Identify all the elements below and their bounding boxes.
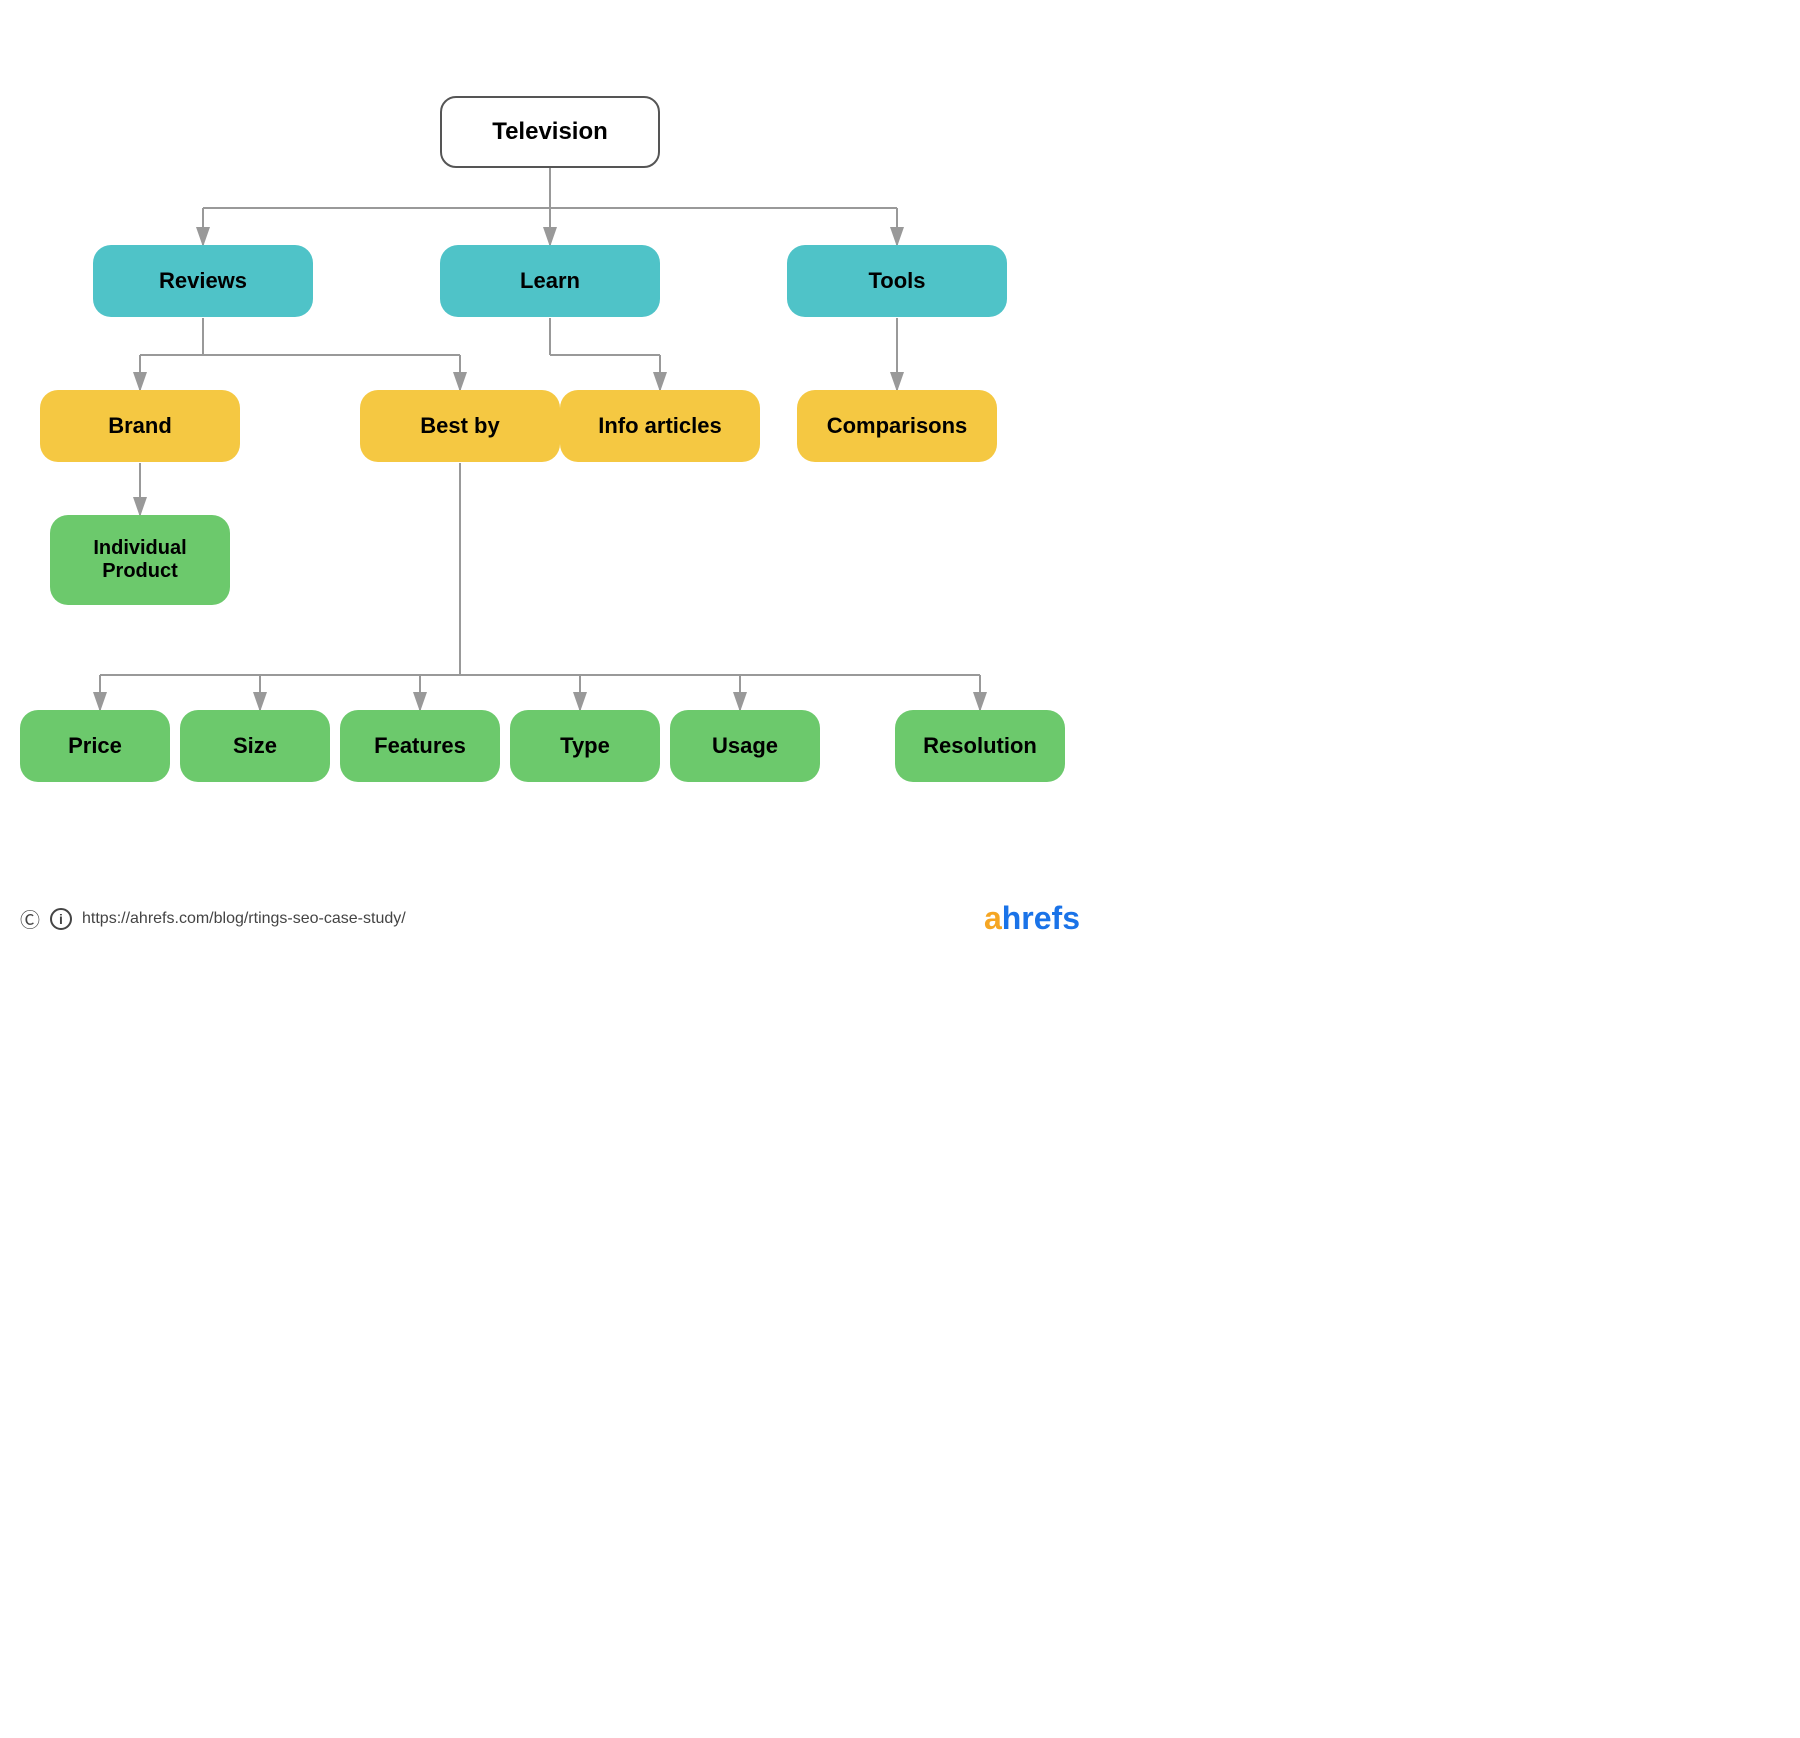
learn-label: Learn	[520, 268, 580, 294]
usage-node-container: Usage	[670, 710, 820, 782]
tools-label: Tools	[868, 268, 925, 294]
root-node-container: Television	[440, 96, 660, 168]
bestby-label: Best by	[420, 413, 499, 439]
tools-node-container: Tools	[787, 245, 1007, 317]
info-icon: i	[50, 908, 72, 930]
price-node: Price	[20, 710, 170, 782]
bestby-node-container: Best by	[360, 390, 560, 462]
root-label: Television	[492, 118, 608, 146]
tools-node: Tools	[787, 245, 1007, 317]
reviews-label: Reviews	[159, 268, 247, 294]
comparisons-label: Comparisons	[827, 413, 968, 439]
footer-left: Ⓒ i https://ahrefs.com/blog/rtings-seo-c…	[20, 904, 406, 933]
resolution-node: Resolution	[895, 710, 1065, 782]
bestby-node: Best by	[360, 390, 560, 462]
size-node: Size	[180, 710, 330, 782]
diagram: Television Reviews Learn Tools Brand Bes…	[20, 60, 1080, 840]
price-label: Price	[68, 733, 122, 759]
resolution-node-container: Resolution	[895, 710, 1065, 782]
size-node-container: Size	[180, 710, 330, 782]
features-node: Features	[340, 710, 500, 782]
reviews-node: Reviews	[93, 245, 313, 317]
usage-node: Usage	[670, 710, 820, 782]
ahrefs-logo-rest: hrefs	[1002, 900, 1080, 936]
size-label: Size	[233, 733, 277, 759]
comparisons-node-container: Comparisons	[797, 390, 997, 462]
brand-node-container: Brand	[40, 390, 240, 462]
individual-product-node: Individual Product	[50, 515, 230, 605]
type-label: Type	[560, 733, 610, 759]
learn-node: Learn	[440, 245, 660, 317]
brand-node: Brand	[40, 390, 240, 462]
type-node-container: Type	[510, 710, 660, 782]
infoarticles-node: Info articles	[560, 390, 760, 462]
footer: Ⓒ i https://ahrefs.com/blog/rtings-seo-c…	[20, 900, 1080, 937]
usage-label: Usage	[712, 733, 778, 759]
infoarticles-node-container: Info articles	[560, 390, 760, 462]
brand-label: Brand	[108, 413, 172, 439]
infoarticles-label: Info articles	[598, 413, 721, 439]
features-label: Features	[374, 733, 466, 759]
ahrefs-logo: ahrefs	[984, 900, 1080, 937]
type-node: Type	[510, 710, 660, 782]
root-node: Television	[440, 96, 660, 168]
individual-product-label: Individual Product	[93, 537, 186, 583]
comparisons-node: Comparisons	[797, 390, 997, 462]
footer-url: https://ahrefs.com/blog/rtings-seo-case-…	[82, 910, 406, 928]
reviews-node-container: Reviews	[93, 245, 313, 317]
resolution-label: Resolution	[923, 733, 1037, 759]
learn-node-container: Learn	[440, 245, 660, 317]
individual-product-container: Individual Product	[50, 515, 230, 605]
cc-icon: Ⓒ	[20, 904, 40, 933]
ahrefs-logo-a: a	[984, 900, 1002, 936]
features-node-container: Features	[340, 710, 500, 782]
price-node-container: Price	[20, 710, 170, 782]
